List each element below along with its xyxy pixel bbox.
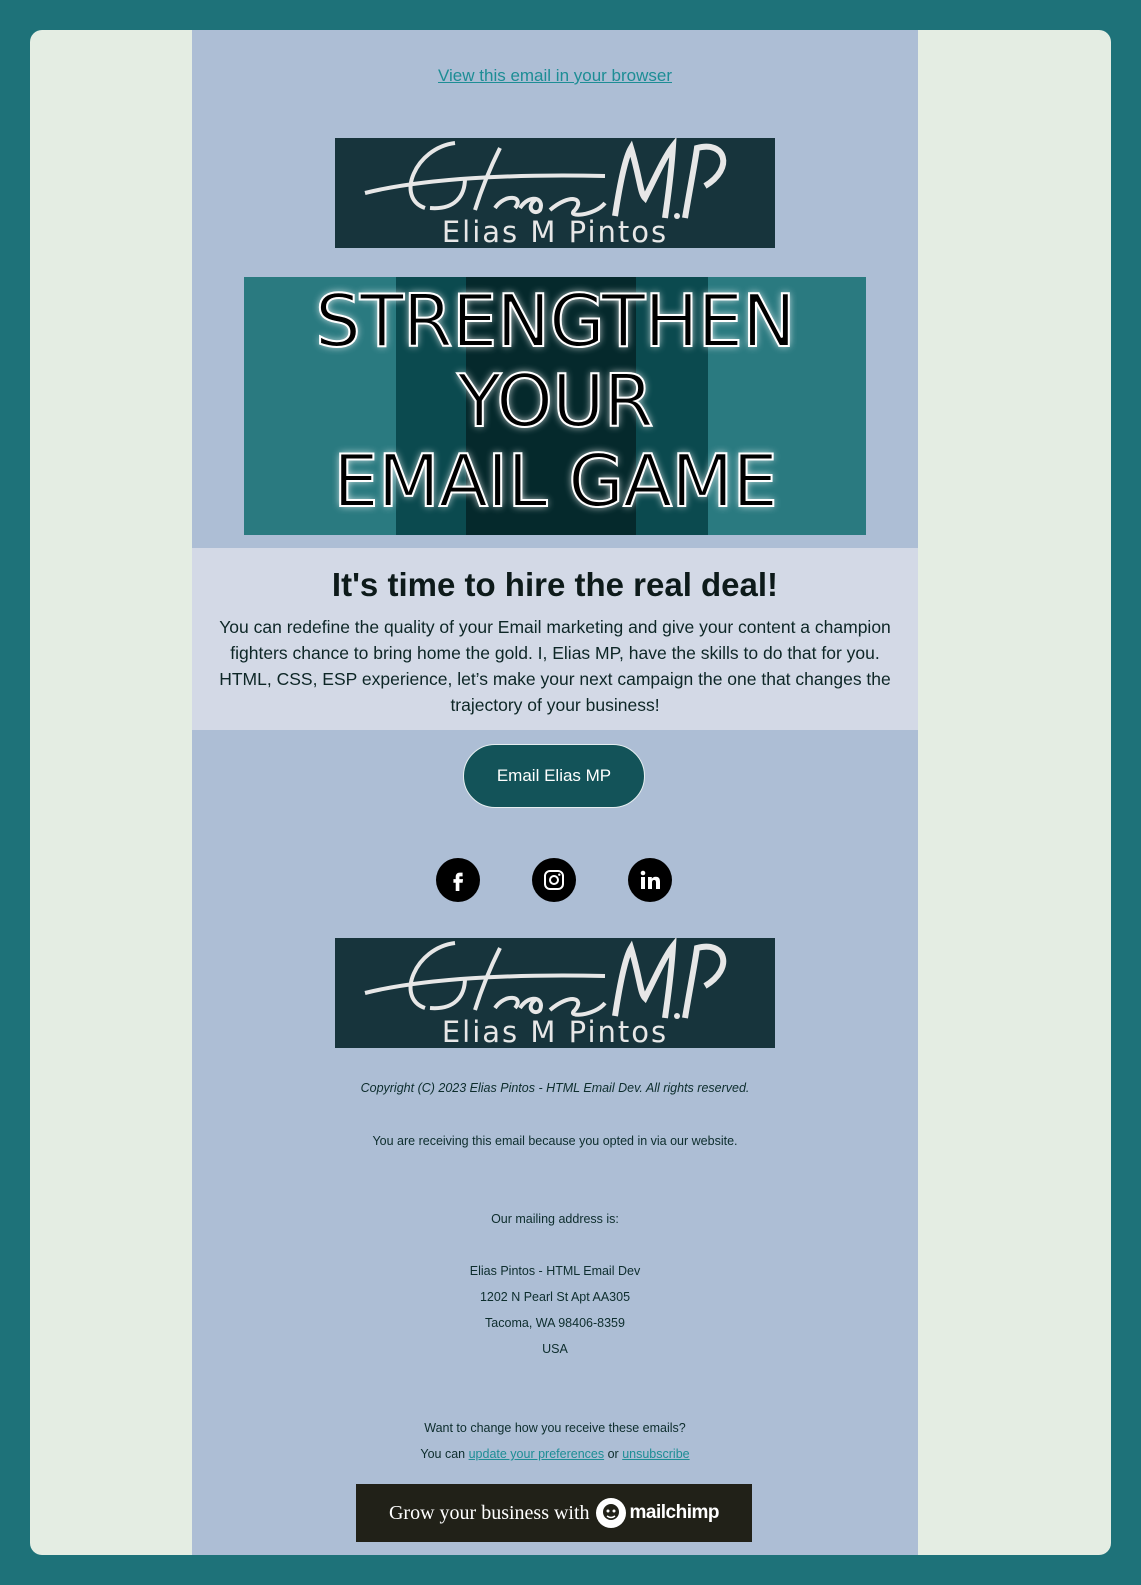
linkedin-icon[interactable]: [628, 858, 672, 902]
address-line: Elias Pintos - HTML Email Dev: [469, 1264, 641, 1278]
mailchimp-badge[interactable]: Grow your business with mailchimp: [356, 1484, 752, 1542]
opt-in-text: You are receiving this email because you…: [372, 1134, 738, 1148]
header-logo: Elias M Pintos: [335, 138, 775, 248]
copyright-text: Copyright (C) 2023 Elias Pintos - HTML E…: [360, 1081, 750, 1095]
hero-banner: STRENGTHEN YOUR EMAIL GAME: [244, 277, 866, 535]
change-prompt: Want to change how you receive these ema…: [424, 1421, 686, 1435]
hero-line: EMAIL GAME: [332, 439, 779, 523]
logo-name-text: Elias M Pintos: [441, 1015, 669, 1048]
address-line: Tacoma, WA 98406-8359: [485, 1316, 625, 1330]
hero-line: STRENGTHEN: [314, 279, 797, 363]
address-label: Our mailing address is:: [491, 1212, 619, 1226]
mailchimp-tagline: Grow your business with: [388, 1501, 590, 1524]
email-frame: View this email in your browser Elias M …: [30, 30, 1111, 1555]
email-elias-button[interactable]: Email Elias MP: [463, 744, 645, 808]
unsubscribe-link[interactable]: unsubscribe: [622, 1447, 689, 1461]
or-text: or: [607, 1447, 619, 1461]
address-line: 1202 N Pearl St Apt AA305: [479, 1290, 631, 1304]
content-section: It's time to hire the real deal! You can…: [192, 548, 918, 730]
preferences-line: You can update your preferences or unsub…: [192, 1447, 918, 1461]
update-preferences-link[interactable]: update your preferences: [469, 1447, 605, 1461]
instagram-icon[interactable]: [532, 858, 576, 902]
mailchimp-brand: mailchimp: [629, 1502, 720, 1523]
address-line: USA: [542, 1342, 568, 1356]
body-paragraph: You can redefine the quality of your Ema…: [219, 617, 891, 715]
mailchimp-logo-icon: [595, 1498, 626, 1528]
footer-logo: Elias M Pintos: [335, 938, 775, 1048]
hero-line: YOUR: [456, 359, 654, 443]
logo-name-text: Elias M Pintos: [441, 215, 669, 248]
facebook-icon[interactable]: [436, 858, 480, 902]
email-body: View this email in your browser Elias M …: [192, 30, 918, 1555]
view-in-browser-link[interactable]: View this email in your browser: [192, 66, 918, 86]
you-can-text: You can: [420, 1447, 466, 1461]
headline: It's time to hire the real deal!: [331, 566, 779, 603]
hero-headline: STRENGTHEN YOUR EMAIL GAME: [244, 279, 866, 523]
